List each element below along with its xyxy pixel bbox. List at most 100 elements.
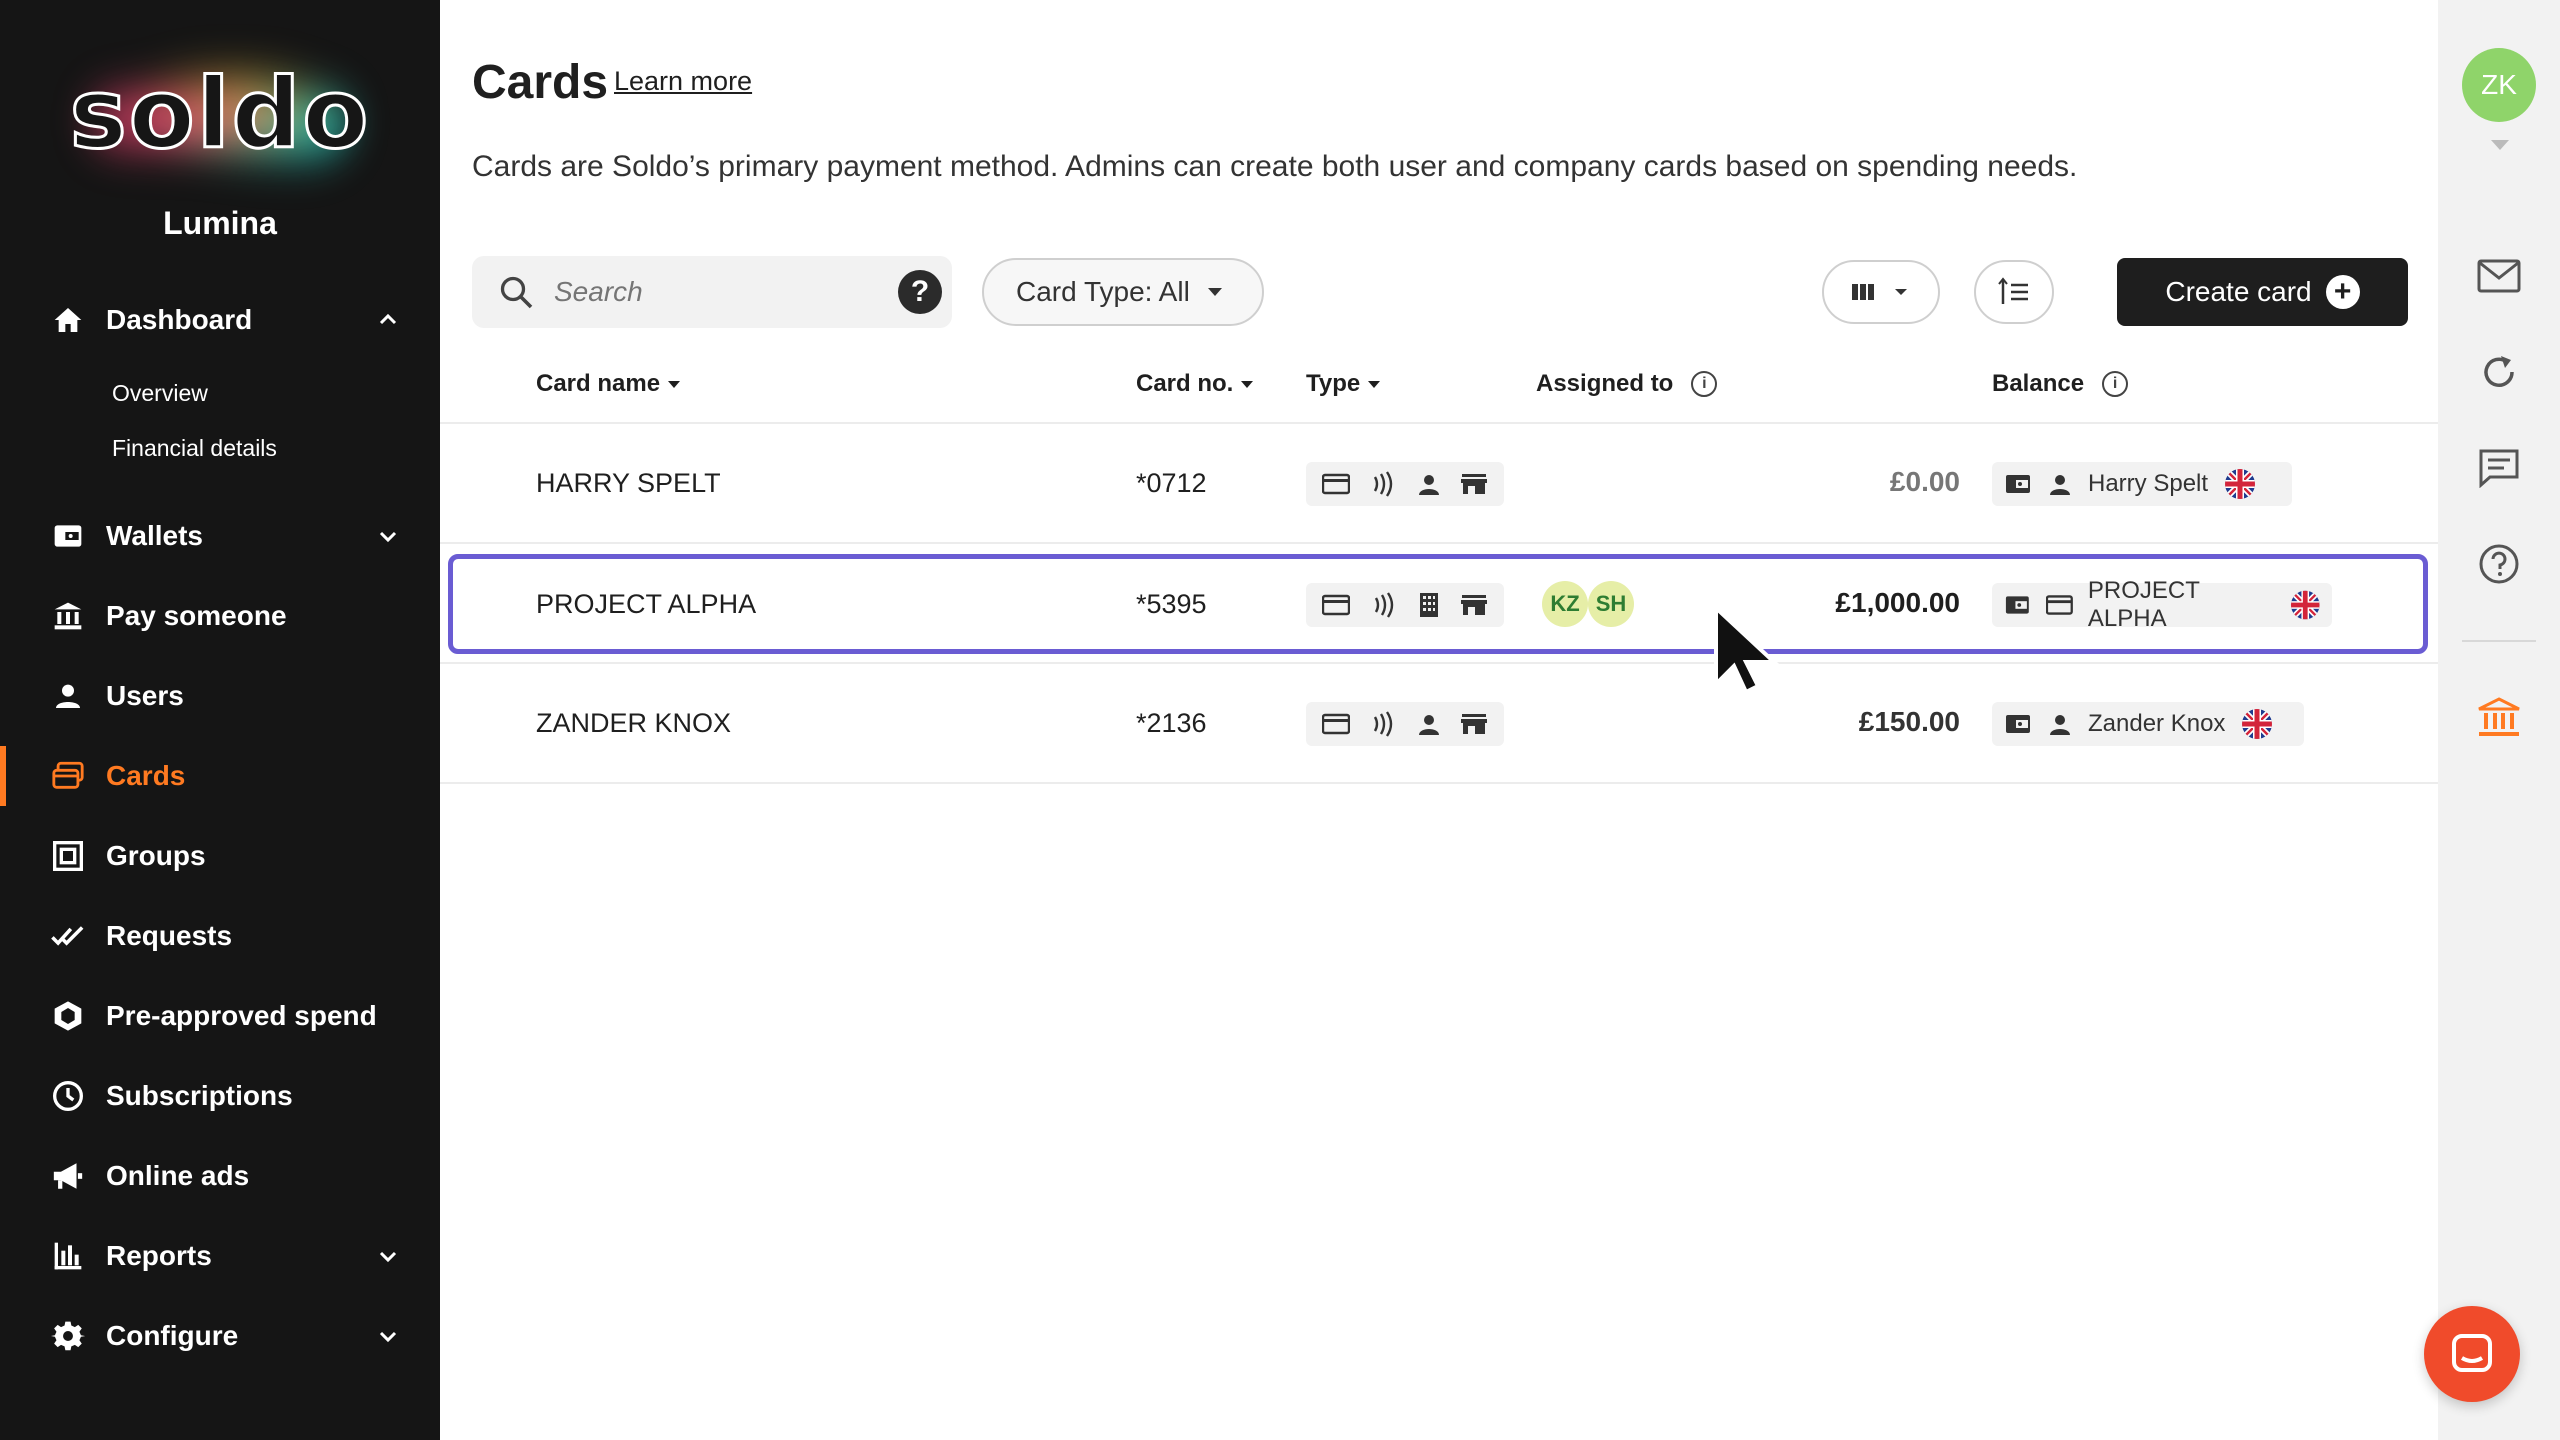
chat-bubble-icon [2452,1334,2492,1372]
learn-more-link[interactable]: Learn more [614,66,752,97]
sort-caret-icon [1241,380,1254,388]
table-row[interactable]: ZANDER KNOX *2136 £150.00 Zander Knox [440,664,2438,784]
person-icon [2050,715,2070,735]
info-icon[interactable]: i [1691,371,1718,397]
chat-icon[interactable] [2475,444,2523,492]
bar-chart-icon [50,1238,86,1274]
sidebar-item-label: Requests [106,920,233,951]
balance-value: £1,000.00 [1835,587,1960,618]
sidebar-item-reports[interactable]: Reports [0,1226,440,1286]
sort-caret-icon [668,380,681,388]
user-avatar[interactable]: ZK [2462,48,2536,122]
home-icon [50,302,86,338]
sidebar-item-online-ads[interactable]: Online ads [0,1146,440,1206]
card-name: HARRY SPELT [536,468,721,498]
chevron-up-icon [379,313,397,325]
contactless-icon [1374,592,1394,618]
megaphone-icon [50,1158,86,1194]
search-help-icon[interactable]: ? [898,270,942,314]
owner-name: PROJECT ALPHA [2087,577,2200,632]
wallet-icon [2005,596,2029,614]
wallet-icon [2006,475,2030,493]
columns-icon [1852,284,1874,300]
col-header-label: Type [1306,370,1361,397]
wallet-owner-pill[interactable]: Harry Spelt [1992,462,2292,506]
right-rail: ZK [2438,0,2560,1440]
card-number: *0712 [1136,468,1207,498]
sidebar-item-cards[interactable]: Cards [0,746,440,806]
sidebar-subitem-financial-details[interactable]: Financial details [112,435,277,462]
caret-down-icon[interactable] [2491,140,2509,150]
sidebar-item-label: Cards [106,760,186,791]
sort-icon [1998,277,2028,304]
owner-name: Harry Spelt [2088,470,2209,497]
col-header-card-no[interactable]: Card no. [1136,370,1254,398]
person-icon [1418,475,1439,495]
filter-label: Card Type: All [1016,276,1190,307]
card-icon [1321,473,1350,495]
double-check-icon [50,918,86,954]
assignee-avatar[interactable]: KZ [1542,581,1588,627]
sidebar-item-wallets[interactable]: Wallets [0,506,440,566]
col-header-card-name[interactable]: Card name [536,370,681,398]
sidebar-item-groups[interactable]: Groups [0,826,440,886]
wallet-owner-pill[interactable]: PROJECT ALPHA [1992,577,2332,632]
wallet-owner-pill[interactable]: Zander Knox [1992,702,2304,746]
sidebar-item-label: Subscriptions [106,1080,293,1111]
refresh-icon[interactable] [2475,348,2523,396]
info-icon[interactable]: i [2102,371,2129,397]
sidebar-item-label: Users [106,680,184,711]
support-chat-button[interactable] [2424,1306,2520,1402]
caret-down-icon [1208,288,1222,296]
sidebar-item-label: Wallets [106,520,203,551]
sidebar-item-configure[interactable]: Configure [0,1306,440,1366]
assignee-avatar[interactable]: SH [1588,581,1634,627]
sidebar-item-users[interactable]: Users [0,666,440,726]
bank-transfer-icon [50,598,86,634]
divider [440,542,2438,544]
balance-value: £150.00 [1858,706,1960,737]
sidebar-item-dashboard[interactable]: Dashboard [0,290,440,350]
soldo-logo[interactable]: soldo [60,50,380,180]
col-header-type[interactable]: Type [1306,370,1381,398]
sidebar-subitem-overview[interactable]: Overview [112,380,208,407]
page-title: Cards [472,56,609,109]
card-icon [2045,595,2073,615]
card-type-filter[interactable]: Card Type: All [982,258,1264,326]
col-header-label: Assigned to [1536,370,1674,397]
sidebar-item-label: Pay someone [106,600,287,631]
sort-button[interactable] [1974,260,2054,324]
wallet-icon [2006,715,2030,733]
col-header-label: Balance [1992,370,2085,397]
sidebar-item-pre-approved-spend[interactable]: Pre-approved spend [0,986,440,1046]
store-icon [1461,714,1488,734]
sidebar-item-label: Reports [106,1240,212,1271]
logo-text: soldo [68,57,371,172]
columns-button[interactable] [1822,260,1940,324]
bank-icon[interactable] [2475,694,2523,742]
search-input[interactable] [554,276,874,308]
create-card-button[interactable]: Create card + [2117,258,2408,326]
wallet-icon [50,518,86,554]
chevron-down-icon [379,1331,397,1343]
search-icon [500,276,533,309]
sidebar-item-requests[interactable]: Requests [0,906,440,966]
contactless-icon [1374,711,1393,737]
col-header-assigned-to: Assigned to i [1536,370,1718,398]
sidebar-item-label: Configure [106,1320,239,1351]
page-description: Cards are Soldo’s primary payment method… [472,150,2078,183]
sidebar-item-pay-someone[interactable]: Pay someone [0,586,440,646]
sidebar-item-label: Dashboard [106,304,253,335]
chevron-down-icon [379,531,397,543]
uk-flag-icon [2290,590,2320,620]
sidebar-item-subscriptions[interactable]: Subscriptions [0,1066,440,1126]
col-header-label: Card name [536,370,661,397]
org-name: Lumina [163,205,277,241]
help-icon[interactable] [2475,540,2523,588]
mail-icon[interactable] [2475,252,2523,300]
user-icon [50,678,86,714]
groups-icon [50,838,86,874]
card-icon [1322,594,1350,616]
table-row[interactable]: HARRY SPELT *0712 £0.00 Harry Spelt [440,424,2438,544]
table-row-highlighted[interactable]: PROJECT ALPHA *5395 KZ SH £1,000.00 PROJ… [448,554,2428,654]
